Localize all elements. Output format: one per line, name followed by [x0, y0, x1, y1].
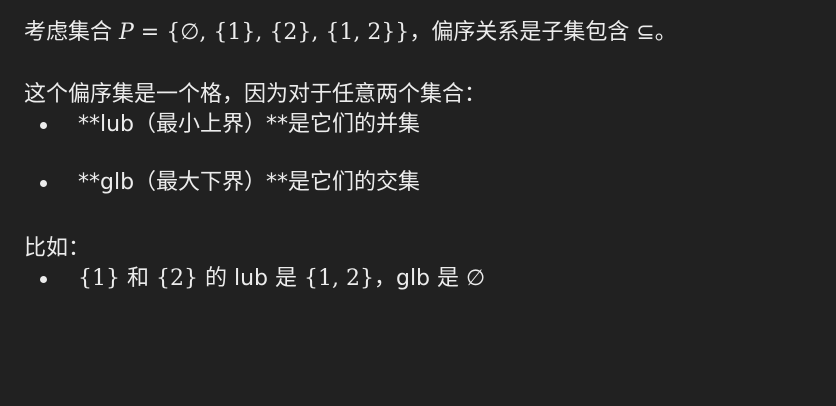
set-union: {1, 2}	[304, 266, 374, 291]
list-item-example: {1} 和 {2} 的 lub 是 {1, 2}，glb 是 ∅	[24, 264, 814, 294]
example-text-and: 和	[120, 266, 156, 291]
lattice-statement: 这个偏序集是一个格，因为对于任意两个集合：	[24, 82, 487, 107]
message-content: 考虑集合 P = {∅, {1}, {2}, {1, 2}}，偏序关系是子集包含…	[0, 0, 836, 406]
example-text-lub: 的 lub 是	[198, 266, 304, 291]
example-heading: 比如：	[24, 236, 91, 261]
definition-list: **lub（最小上界）**是它们的并集 **glb（最大下界）**是它们的交集	[24, 110, 814, 198]
set-one: {1}	[78, 266, 120, 291]
example-list: {1} 和 {2} 的 lub 是 {1, 2}，glb 是 ∅	[24, 264, 814, 294]
bullet-icon	[40, 122, 47, 129]
intro-text-before: 考虑集合	[24, 20, 119, 45]
set-two: {2}	[156, 266, 198, 291]
set-variable: P	[119, 20, 134, 45]
set-definition: = {∅, {1}, {2}, {1, 2}}	[133, 20, 410, 45]
bullet-icon	[40, 180, 47, 187]
lub-definition: **lub（最小上界）**是它们的并集	[78, 112, 421, 137]
intro-paragraph: 考虑集合 P = {∅, {1}, {2}, {1, 2}}，偏序关系是子集包含…	[24, 18, 814, 48]
intro-text-after: ，偏序关系是子集包含 ⊆。	[409, 20, 677, 45]
bullet-icon	[40, 276, 47, 283]
empty-set: ∅	[466, 266, 486, 291]
list-item-glb: **glb（最大下界）**是它们的交集	[24, 168, 814, 198]
example-text-glb: ，glb 是	[373, 266, 467, 291]
glb-definition: **glb（最大下界）**是它们的交集	[78, 170, 421, 195]
list-item-lub: **lub（最小上界）**是它们的并集	[24, 110, 814, 140]
